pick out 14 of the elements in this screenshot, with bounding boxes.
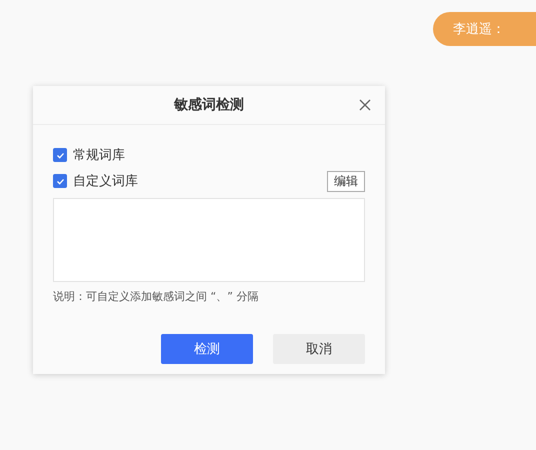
- check-icon: [56, 176, 64, 186]
- chat-bubble: 李逍遥：: [433, 12, 536, 46]
- input-field[interactable]: [53, 198, 365, 282]
- checkbox[interactable]: [53, 174, 67, 188]
- dialog-title: 敏感词检测: [174, 96, 244, 114]
- checkbox-label: 自定义词库: [73, 173, 138, 190]
- cancel-button[interactable]: 取消: [273, 334, 365, 364]
- detect-button[interactable]: 检测: [161, 334, 253, 364]
- edit-button[interactable]: 编辑: [327, 170, 365, 192]
- close-icon[interactable]: [359, 99, 371, 111]
- note-text: 说明：可自定义添加敏感词之间 “、” 分隔: [53, 289, 260, 304]
- checkbox[interactable]: [53, 148, 67, 162]
- checkbox-label: 常规词库: [73, 147, 125, 164]
- check-icon: [56, 150, 64, 160]
